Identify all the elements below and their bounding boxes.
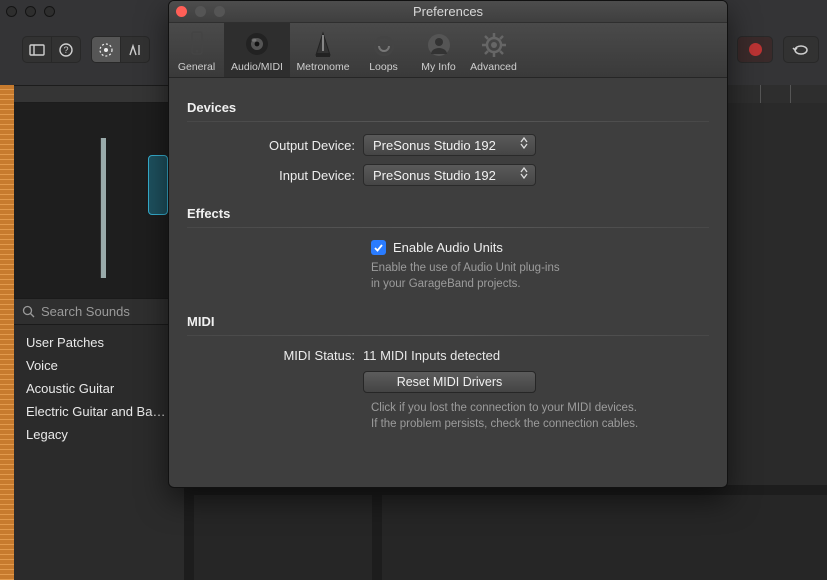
section-effects: Effects: [187, 206, 709, 221]
section-devices: Devices: [187, 100, 709, 115]
quick-help-button[interactable]: ?: [51, 36, 81, 63]
divider: [187, 227, 709, 228]
tab-audio-midi[interactable]: Audio/MIDI: [224, 23, 290, 77]
reset-midi-drivers-button[interactable]: Reset MIDI Drivers: [363, 371, 536, 393]
zoom-button[interactable]: [214, 6, 225, 17]
phone-icon: [183, 29, 211, 59]
divider: [187, 121, 709, 122]
dim-traffic-dot: [6, 6, 17, 17]
output-device-select[interactable]: PreSonus Studio 192: [363, 134, 536, 156]
window-titlebar[interactable]: Preferences: [169, 1, 727, 23]
app-traffic-lights: [6, 6, 55, 17]
tab-metronome[interactable]: Metronome: [290, 23, 356, 77]
dim-traffic-dot: [44, 6, 55, 17]
preferences-body: Devices Output Device: PreSonus Studio 1…: [169, 78, 727, 487]
tab-label: Metronome: [296, 61, 349, 73]
speaker-icon: [242, 29, 272, 59]
preferences-toolbar: General Audio/MIDI Metronome Loops My In…: [169, 23, 727, 78]
tab-label: My Info: [421, 61, 455, 73]
enable-audio-units-row[interactable]: Enable Audio Units: [371, 240, 709, 255]
chevron-updown-icon: [517, 167, 531, 179]
svg-text:?: ?: [63, 45, 68, 55]
gear-icon: [480, 31, 508, 59]
traffic-lights: [176, 6, 225, 17]
tab-advanced[interactable]: Advanced: [466, 23, 521, 77]
chevron-updown-icon: [517, 137, 531, 149]
list-item[interactable]: Electric Guitar and Ba…: [14, 400, 184, 423]
library-list: User Patches Voice Acoustic Guitar Elect…: [14, 325, 184, 580]
cycle-button[interactable]: [783, 36, 819, 63]
window-title: Preferences: [413, 4, 483, 19]
record-icon: [749, 43, 762, 56]
ruler-grid: [724, 85, 827, 105]
midi-hint: Click if you lost the connection to your…: [371, 401, 709, 432]
close-button[interactable]: [176, 6, 187, 17]
list-item[interactable]: Legacy: [14, 423, 184, 446]
metronome-icon: [310, 29, 336, 59]
loops-icon: [370, 31, 398, 59]
preferences-window: Preferences General Audio/MIDI Metronome…: [168, 0, 728, 488]
midi-region[interactable]: [148, 155, 168, 215]
tab-label: Advanced: [470, 61, 517, 73]
list-item[interactable]: Voice: [14, 354, 184, 377]
tab-label: Audio/MIDI: [231, 61, 283, 73]
midi-status-value: 11 MIDI Inputs detected: [363, 348, 709, 363]
list-item[interactable]: User Patches: [14, 331, 184, 354]
enable-audio-units-checkbox[interactable]: [371, 240, 386, 255]
input-device-label: Input Device:: [187, 168, 363, 183]
smart-controls-button[interactable]: [91, 36, 121, 63]
output-device-label: Output Device:: [187, 138, 363, 153]
editor-content[interactable]: [382, 495, 827, 580]
track-color-strip: [0, 85, 14, 580]
input-device-value: PreSonus Studio 192: [373, 168, 496, 183]
divider: [187, 335, 709, 336]
tab-my-info[interactable]: My Info: [411, 23, 466, 77]
enable-audio-units-label: Enable Audio Units: [393, 240, 503, 255]
tab-label: General: [178, 61, 215, 73]
library-search[interactable]: [14, 298, 184, 325]
editors-button[interactable]: [120, 36, 150, 63]
effects-hint: Enable the use of Audio Unit plug-ins in…: [371, 261, 709, 292]
person-icon: [425, 31, 453, 59]
record-button[interactable]: [737, 36, 773, 63]
list-item[interactable]: Acoustic Guitar: [14, 377, 184, 400]
editor-inspector[interactable]: [194, 495, 372, 580]
piano-keys[interactable]: [100, 138, 106, 278]
midi-status-label: MIDI Status:: [187, 348, 363, 363]
library-button[interactable]: [22, 36, 52, 63]
tab-loops[interactable]: Loops: [356, 23, 411, 77]
input-device-select[interactable]: PreSonus Studio 192: [363, 164, 536, 186]
search-icon: [22, 305, 35, 318]
tab-label: Loops: [369, 61, 398, 73]
editor-area: [184, 485, 827, 580]
dim-traffic-dot: [25, 6, 36, 17]
section-midi: MIDI: [187, 314, 709, 329]
checkmark-icon: [373, 242, 384, 253]
tab-general[interactable]: General: [169, 23, 224, 77]
minimize-button[interactable]: [195, 6, 206, 17]
output-device-value: PreSonus Studio 192: [373, 138, 496, 153]
